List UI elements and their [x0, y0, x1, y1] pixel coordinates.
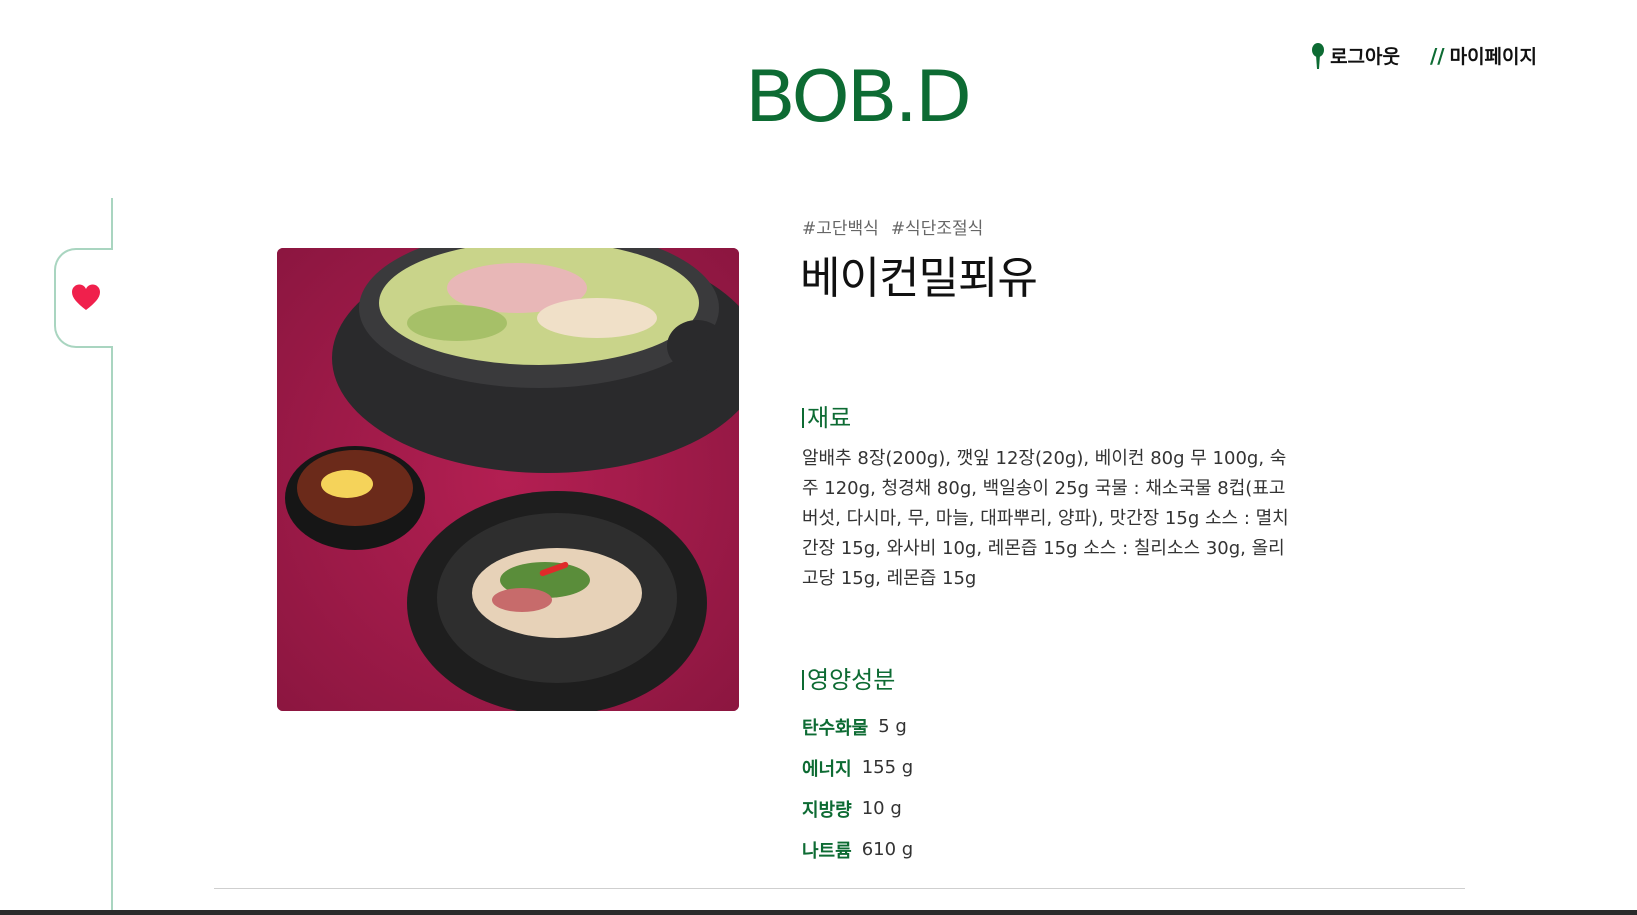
nutrition-row-carbs: 탄수화물 5 g — [802, 706, 913, 747]
nutrition-label: 에너지 — [802, 758, 852, 780]
tag-list: #고단백식 #식단조절식 — [802, 214, 983, 239]
favorite-tab — [54, 248, 113, 348]
sidebar-line-bottom — [111, 346, 113, 915]
tag-high-protein[interactable]: #고단백식 — [802, 214, 879, 239]
bottom-strip — [0, 910, 1637, 915]
site-logo[interactable]: BOB.D — [745, 54, 972, 140]
ingredients-heading-text: 재료 — [807, 404, 852, 432]
ingredients-text: 알배추 8장(200g), 깻잎 12장(20g), 베이컨 80g 무 100… — [802, 448, 1289, 589]
nutrition-row-fat: 지방량 10 g — [802, 788, 913, 829]
nutrition-label: 나트륨 — [802, 840, 852, 862]
sidebar-line-top — [111, 198, 113, 250]
nutrition-label: 지방량 — [802, 799, 852, 821]
nutrition-value: 10 g — [861, 798, 902, 819]
content-divider — [214, 888, 1465, 889]
recipe-title: 베이컨밀푀유 — [800, 253, 1038, 304]
heading-bar — [802, 408, 804, 428]
tag-diet[interactable]: #식단조절식 — [891, 214, 983, 239]
nutrition-row-sodium: 나트륨 610 g — [802, 829, 913, 870]
mypage-label: 마이페이지 — [1449, 46, 1537, 68]
nutrition-heading-text: 영양성분 — [807, 666, 896, 694]
nutrition-list: 탄수화물 5 g 에너지 155 g 지방량 10 g 나트륨 610 g — [802, 706, 913, 870]
heart-icon[interactable] — [71, 283, 101, 313]
top-navigation: 로그아웃 // 마이페이지 — [1311, 42, 1537, 69]
mypage-link[interactable]: // 마이페이지 — [1430, 42, 1537, 69]
nutrition-value: 155 g — [861, 757, 914, 778]
nutrition-row-energy: 에너지 155 g — [802, 747, 913, 788]
logout-link[interactable]: 로그아웃 — [1311, 42, 1400, 69]
double-slash-icon: // — [1429, 43, 1445, 68]
heading-bar — [802, 670, 804, 690]
recipe-photo — [277, 248, 739, 711]
logout-label: 로그아웃 — [1330, 46, 1400, 68]
nutrition-value: 5 g — [878, 716, 907, 737]
pin-icon — [1311, 42, 1325, 69]
nutrition-label: 탄수화물 — [802, 717, 869, 739]
ingredients-heading: 재료 — [802, 398, 851, 433]
nutrition-value: 610 g — [861, 839, 914, 860]
nutrition-heading: 영양성분 — [802, 660, 895, 695]
